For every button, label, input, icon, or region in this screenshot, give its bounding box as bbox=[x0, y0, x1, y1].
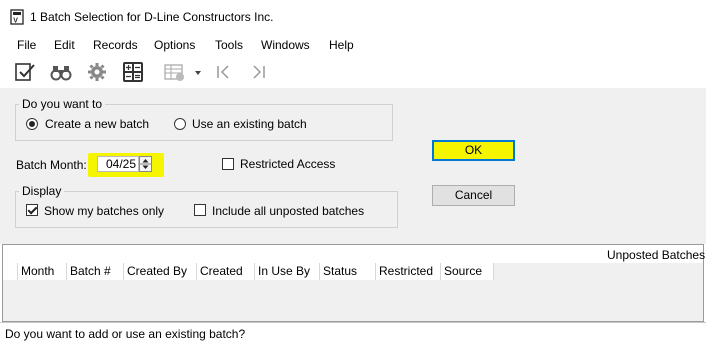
column-header-restricted[interactable]: Restricted bbox=[376, 263, 441, 280]
show-my-batches-label[interactable]: Show my batches only bbox=[44, 204, 164, 218]
checklist-icon[interactable] bbox=[13, 61, 37, 83]
create-new-batch-radio[interactable] bbox=[26, 118, 38, 130]
restricted-access-label[interactable]: Restricted Access bbox=[240, 157, 335, 171]
dropdown-arrow-icon[interactable] bbox=[191, 61, 205, 83]
svg-text:V: V bbox=[13, 18, 18, 25]
gear-icon[interactable] bbox=[85, 61, 109, 83]
restricted-access-checkbox[interactable] bbox=[222, 158, 234, 170]
menu-windows[interactable]: Windows bbox=[261, 38, 310, 52]
menu-records[interactable]: Records bbox=[93, 38, 138, 52]
column-header-batch-number[interactable]: Batch # bbox=[67, 263, 124, 280]
window-title: 1 Batch Selection for D-Line Constructor… bbox=[30, 10, 274, 24]
app-icon: V bbox=[10, 9, 24, 25]
first-record-icon[interactable] bbox=[212, 61, 236, 83]
calculator-icon[interactable] bbox=[121, 61, 145, 83]
batch-month-label: Batch Month: bbox=[16, 158, 87, 172]
use-existing-batch-label[interactable]: Use an existing batch bbox=[192, 117, 307, 131]
menu-tools[interactable]: Tools bbox=[215, 38, 243, 52]
batch-month-spinner[interactable] bbox=[139, 156, 152, 172]
grid-settings-icon[interactable] bbox=[163, 61, 187, 83]
use-existing-batch-radio[interactable] bbox=[174, 118, 186, 130]
batch-choice-legend: Do you want to bbox=[19, 97, 106, 111]
menu-file[interactable]: File bbox=[17, 38, 36, 52]
column-header-created-by[interactable]: Created By bbox=[124, 263, 197, 280]
display-legend: Display bbox=[19, 184, 65, 198]
grid-caption-bar bbox=[3, 245, 703, 263]
column-header-created[interactable]: Created bbox=[197, 263, 255, 280]
create-new-batch-label[interactable]: Create a new batch bbox=[45, 117, 149, 131]
binoculars-icon[interactable] bbox=[49, 61, 73, 83]
column-header-source[interactable]: Source bbox=[441, 263, 494, 280]
next-record-icon[interactable] bbox=[246, 61, 270, 83]
cancel-button[interactable]: Cancel bbox=[432, 185, 515, 206]
status-text: Do you want to add or use an existing ba… bbox=[5, 327, 246, 341]
batch-month-input[interactable]: 04/25 bbox=[97, 156, 139, 172]
ok-button[interactable]: OK bbox=[432, 140, 515, 161]
include-unposted-label[interactable]: Include all unposted batches bbox=[212, 204, 364, 218]
include-unposted-checkbox[interactable] bbox=[194, 204, 206, 216]
menu-help[interactable]: Help bbox=[329, 38, 354, 52]
column-header-in-use-by[interactable]: In Use By bbox=[255, 263, 320, 280]
show-my-batches-checkbox[interactable] bbox=[26, 204, 38, 216]
column-header-status[interactable]: Status bbox=[320, 263, 376, 280]
column-header-month[interactable]: Month bbox=[18, 263, 67, 280]
grid-caption: Unposted Batches bbox=[607, 248, 706, 262]
menu-edit[interactable]: Edit bbox=[54, 38, 75, 52]
menu-options[interactable]: Options bbox=[154, 38, 195, 52]
row-selector-header bbox=[3, 263, 18, 280]
